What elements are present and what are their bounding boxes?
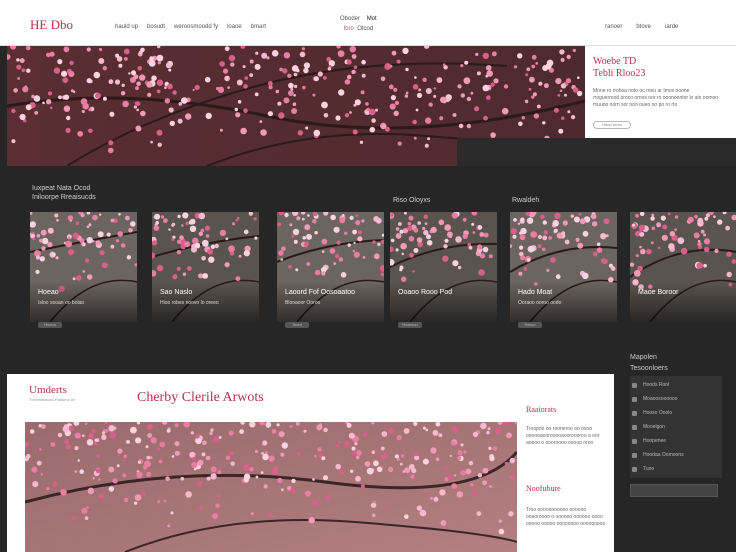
list-item[interactable]: Tuoo xyxy=(630,462,722,476)
gallery-card[interactable]: Hoeao Isloo sooan oo bolao xyxy=(30,212,137,322)
card-shade xyxy=(630,282,736,322)
card-subtitle: Hioo robes noovo lo oreeo xyxy=(160,300,219,306)
hero-shadow xyxy=(457,138,736,166)
nav-link[interactable]: bosudt xyxy=(147,24,165,30)
card-title: Hoeao xyxy=(38,289,59,296)
gallery-heading: Iuxpeat Nata Ocod Iniloorpe Rreaisucds xyxy=(32,185,96,201)
nav-link[interactable]: Mot xyxy=(367,16,377,22)
nav-left: hauld up bosudt weroosmoodd fy loaoe bma… xyxy=(115,24,266,30)
card-title: Maoe Boroor xyxy=(638,289,679,296)
right-sidebar-list: Hoods Ronl Moaoosoooooo Hooso Ooolo Mooe… xyxy=(630,376,722,478)
card-button[interactable]: Toorn xyxy=(285,322,309,328)
side-text: Troopoo oo rooneroo oo osoo oooooaoorooo… xyxy=(526,426,600,446)
bullet-icon xyxy=(632,424,637,430)
gallery-card[interactable]: Maoe Boroor xyxy=(630,212,736,322)
card-title: Sao Naslo xyxy=(160,289,193,296)
gallery-heading: Riso Oloyxs xyxy=(393,197,431,204)
card-subtitle: Ooraoo ooroo oodo xyxy=(518,300,562,306)
nav-link[interactable]: loaoe xyxy=(227,24,242,30)
nav-link[interactable]: iarde xyxy=(665,24,678,30)
article-title: Cherby Clerile Arwots xyxy=(137,390,264,405)
bullet-icon xyxy=(632,466,637,472)
top-navbar: HE Dbo hauld up bosudt weroosmoodd fy lo… xyxy=(0,0,736,46)
list-item[interactable]: Hoods Ronl xyxy=(630,378,722,392)
bullet-icon xyxy=(632,382,637,388)
nav-link[interactable]: btove xyxy=(636,24,651,30)
nav-link[interactable]: hauld up xyxy=(115,24,138,30)
nav-link[interactable]: ranoer xyxy=(605,24,622,30)
nav-link[interactable]: Oboder xyxy=(340,16,360,22)
gallery-card[interactable]: Sao Naslo Hioo robes noovo lo oreeo xyxy=(152,212,259,322)
bullet-icon xyxy=(632,410,637,416)
nav-link[interactable]: Otcod xyxy=(357,26,373,32)
gallery-card[interactable]: Ooaoo Rooo Pod xyxy=(390,212,497,322)
list-item[interactable]: Hoopenee xyxy=(630,434,722,448)
nav-link[interactable]: bmart xyxy=(251,24,266,30)
card-title: Laoord Fof Oosoaatoo xyxy=(285,289,356,296)
bullet-icon xyxy=(632,438,637,444)
card-subtitle: Isloo sooan oo bolao xyxy=(38,300,85,306)
list-item[interactable]: Hooso Ooolo xyxy=(630,406,722,420)
hero-card: Woebe TD Tebli Rloo23 Mone ro rrobsa noto… xyxy=(585,46,736,138)
bullet-icon xyxy=(632,452,637,458)
list-item[interactable]: Mooelgon xyxy=(630,420,722,434)
gallery-card[interactable]: Laoord Fof Oosoaatoo Blooaoor Ooroo xyxy=(277,212,384,322)
card-title: Ooaoo Rooo Pod xyxy=(398,289,453,296)
hero-card-title: Woebe TD Tebli Rloo23 xyxy=(593,56,646,79)
list-item[interactable]: Hoodaa Oomoons xyxy=(630,448,722,462)
card-subtitle: Blooaoor Ooroo xyxy=(285,300,321,306)
hero-card-button[interactable]: Haod reres xyxy=(593,121,631,129)
card-button[interactable]: Hoaroon xyxy=(398,322,422,328)
article-logo-sub: Tneowinlocan-Paasnvt-oir xyxy=(29,397,76,402)
nav-right: ranoer btove iarde xyxy=(605,24,678,30)
card-button[interactable]: Haroo xyxy=(518,322,542,328)
card-title: Hado Moat xyxy=(518,289,553,296)
card-button[interactable]: Hoooo xyxy=(38,322,62,328)
side-heading: Noofubure xyxy=(526,484,561,493)
nav-center: Oboder Mot foro Otcod xyxy=(340,14,377,34)
blossom-illustration xyxy=(25,422,517,552)
article-image xyxy=(25,422,517,552)
nav-link[interactable]: weroosmoodd fy xyxy=(174,24,218,30)
search-input[interactable] xyxy=(630,484,718,497)
side-heading: Raaiorats xyxy=(526,405,557,414)
list-item[interactable]: Moaoosoooooo xyxy=(630,392,722,406)
gallery-heading: Rwaldeh xyxy=(512,197,540,204)
nav-link[interactable]: foro xyxy=(344,26,354,32)
bullet-icon xyxy=(632,396,637,402)
right-sidebar-heading: Mapolen Tesoonloers xyxy=(630,354,668,372)
site-logo[interactable]: HE Dbo xyxy=(30,17,73,33)
side-text: Troo ooooooooooo oooooo ooaoroooo o oooo… xyxy=(526,507,606,527)
card-shade xyxy=(390,282,497,322)
hero-card-text: Mone ro rrobsa noto oc rneu ar tmos ooon… xyxy=(593,88,719,108)
gallery-card[interactable]: Hado Moat Ooraoo ooroo oodo xyxy=(510,212,617,322)
article-panel: Umderts Tneowinlocan-Paasnvt-oir Cherby … xyxy=(7,374,614,552)
article-logo[interactable]: Umderts xyxy=(29,384,67,396)
